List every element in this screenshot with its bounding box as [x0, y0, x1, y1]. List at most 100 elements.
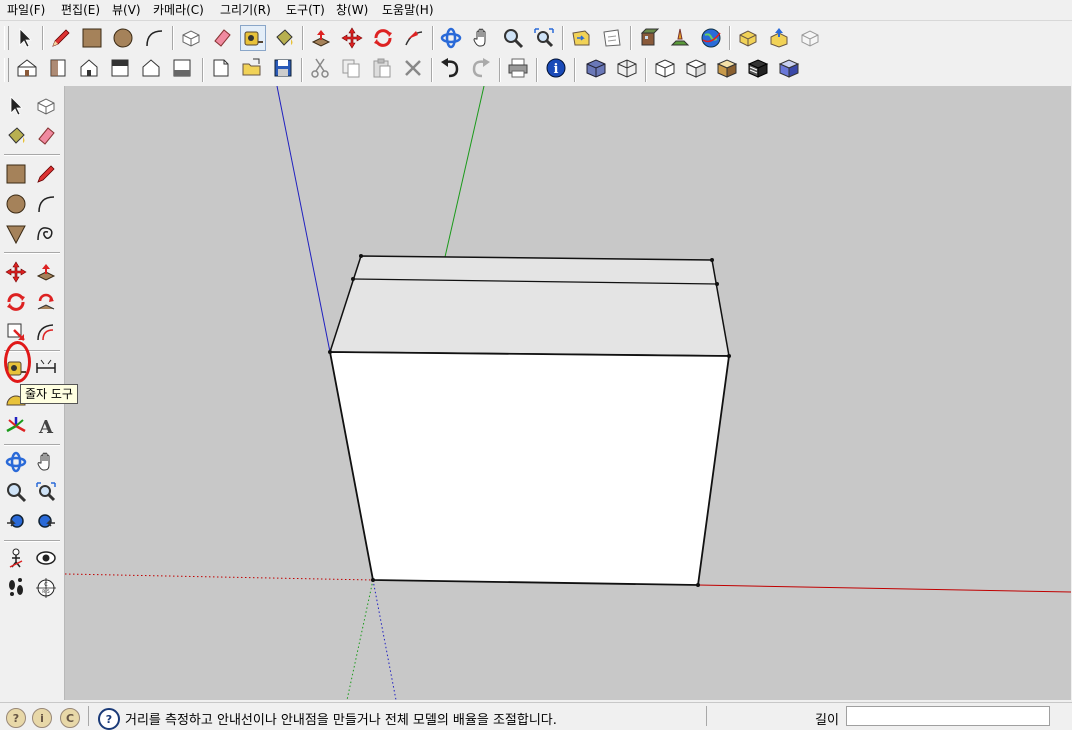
push-pull-icon[interactable]: [32, 258, 60, 286]
rotate-icon[interactable]: [2, 288, 30, 316]
green-axis-negative: [346, 579, 374, 700]
push-pull-icon[interactable]: [308, 25, 334, 51]
menu-camera[interactable]: 카메라(C): [153, 2, 204, 18]
print-icon[interactable]: [505, 55, 531, 81]
freehand-icon[interactable]: [32, 220, 60, 248]
geo-location-icon[interactable]: ?: [6, 708, 26, 728]
make-component-icon[interactable]: [178, 25, 204, 51]
menu-window[interactable]: 창(W): [336, 2, 368, 18]
select-icon[interactable]: [2, 92, 30, 120]
undo-icon[interactable]: [437, 55, 463, 81]
share-model-icon[interactable]: [599, 25, 625, 51]
rotate-icon[interactable]: [370, 25, 396, 51]
dimension-icon[interactable]: [32, 354, 60, 382]
move-icon[interactable]: [2, 258, 30, 286]
save-icon[interactable]: [270, 55, 296, 81]
photo-textures-icon[interactable]: [636, 25, 662, 51]
previous-view-icon[interactable]: [32, 508, 60, 536]
position-camera-icon[interactable]: [2, 544, 30, 572]
look-around-icon[interactable]: [32, 544, 60, 572]
status-bar: ? i C ? 거리를 측정하고 안내선이나 안내점을 만들거나 전체 모델의 …: [0, 702, 1072, 730]
credits-icon[interactable]: i: [32, 708, 52, 728]
menu-file[interactable]: 파일(F): [7, 2, 45, 18]
paint-bucket-icon[interactable]: [271, 25, 297, 51]
iso-view-icon[interactable]: [14, 55, 40, 81]
make-component-icon[interactable]: [32, 92, 60, 120]
axes-icon[interactable]: [2, 412, 30, 440]
shaded-icon[interactable]: [683, 55, 709, 81]
arc-icon[interactable]: [32, 190, 60, 218]
zoom-icon[interactable]: [500, 25, 526, 51]
shaded-textures-icon[interactable]: [714, 55, 740, 81]
right-view-icon[interactable]: [107, 55, 133, 81]
menu-edit[interactable]: 편집(E): [61, 2, 100, 18]
paste-icon[interactable]: [369, 55, 395, 81]
open-file-icon[interactable]: [239, 55, 265, 81]
zoom-window-icon[interactable]: [32, 478, 60, 506]
rectangle-icon[interactable]: [2, 160, 30, 188]
monochrome-icon[interactable]: [745, 55, 771, 81]
zoom-extents-icon[interactable]: [2, 508, 30, 536]
wireframe-icon[interactable]: [614, 55, 640, 81]
add-location-icon[interactable]: [667, 25, 693, 51]
eraser-icon[interactable]: [32, 122, 60, 150]
menu-view[interactable]: 뷰(V): [112, 2, 141, 18]
rectangle-icon[interactable]: [79, 25, 105, 51]
back-view-icon[interactable]: [138, 55, 164, 81]
toolbar-grip[interactable]: [4, 26, 9, 50]
new-file-icon[interactable]: [208, 55, 234, 81]
hidden-line-icon[interactable]: [652, 55, 678, 81]
eraser-icon[interactable]: [209, 25, 235, 51]
user-icon[interactable]: C: [60, 708, 80, 728]
blue-axis-negative: [372, 579, 397, 700]
get-models-icon[interactable]: [568, 25, 594, 51]
cut-icon[interactable]: [307, 55, 333, 81]
polygon-icon[interactable]: [2, 220, 30, 248]
color-by-layer-icon[interactable]: [776, 55, 802, 81]
toolbar-grip[interactable]: [4, 58, 9, 82]
offset-icon[interactable]: [32, 318, 60, 346]
pan-icon[interactable]: [32, 448, 60, 476]
upload-component-icon[interactable]: [766, 25, 792, 51]
zoom-icon[interactable]: [2, 478, 30, 506]
follow-me-icon[interactable]: [401, 25, 427, 51]
dynamic-component-icon[interactable]: [797, 25, 823, 51]
share-component-icon[interactable]: [735, 25, 761, 51]
text-3d-icon[interactable]: A: [32, 412, 60, 440]
help-icon[interactable]: ?: [98, 708, 120, 730]
left-view-icon[interactable]: [169, 55, 195, 81]
front-view-icon[interactable]: [76, 55, 102, 81]
tape-measure-icon[interactable]: [240, 25, 266, 51]
follow-me-icon[interactable]: [32, 288, 60, 316]
top-view-icon[interactable]: [45, 55, 71, 81]
move-icon[interactable]: [339, 25, 365, 51]
toolbar-row-1: [0, 22, 1072, 54]
scene-canvas: [65, 86, 1071, 700]
measurement-input[interactable]: [846, 706, 1050, 726]
erase-selection-icon[interactable]: [400, 55, 426, 81]
paint-bucket-icon[interactable]: [2, 122, 30, 150]
walk-icon[interactable]: [2, 574, 30, 602]
pencil-icon[interactable]: [48, 25, 74, 51]
green-axis-positive: [444, 86, 485, 258]
select-icon[interactable]: [12, 25, 38, 51]
model-viewport[interactable]: [65, 86, 1071, 700]
menu-tools[interactable]: 도구(T): [286, 2, 325, 18]
google-earth-icon[interactable]: [698, 25, 724, 51]
arc-icon[interactable]: [141, 25, 167, 51]
circle-icon[interactable]: [2, 190, 30, 218]
copy-icon[interactable]: [338, 55, 364, 81]
circle-icon[interactable]: [110, 25, 136, 51]
section-plane-icon[interactable]: C R-5: [32, 574, 60, 602]
menu-draw[interactable]: 그리기(R): [220, 2, 271, 18]
zoom-extents-icon[interactable]: [531, 25, 557, 51]
line-icon[interactable]: [32, 160, 60, 188]
xray-icon[interactable]: [583, 55, 609, 81]
orbit-icon[interactable]: [2, 448, 30, 476]
pan-icon[interactable]: [469, 25, 495, 51]
model-info-icon[interactable]: i: [543, 55, 569, 81]
redo-icon[interactable]: [468, 55, 494, 81]
menu-help[interactable]: 도움말(H): [382, 2, 434, 18]
toolbar-row-2: i: [0, 54, 1072, 86]
orbit-icon[interactable]: [438, 25, 464, 51]
